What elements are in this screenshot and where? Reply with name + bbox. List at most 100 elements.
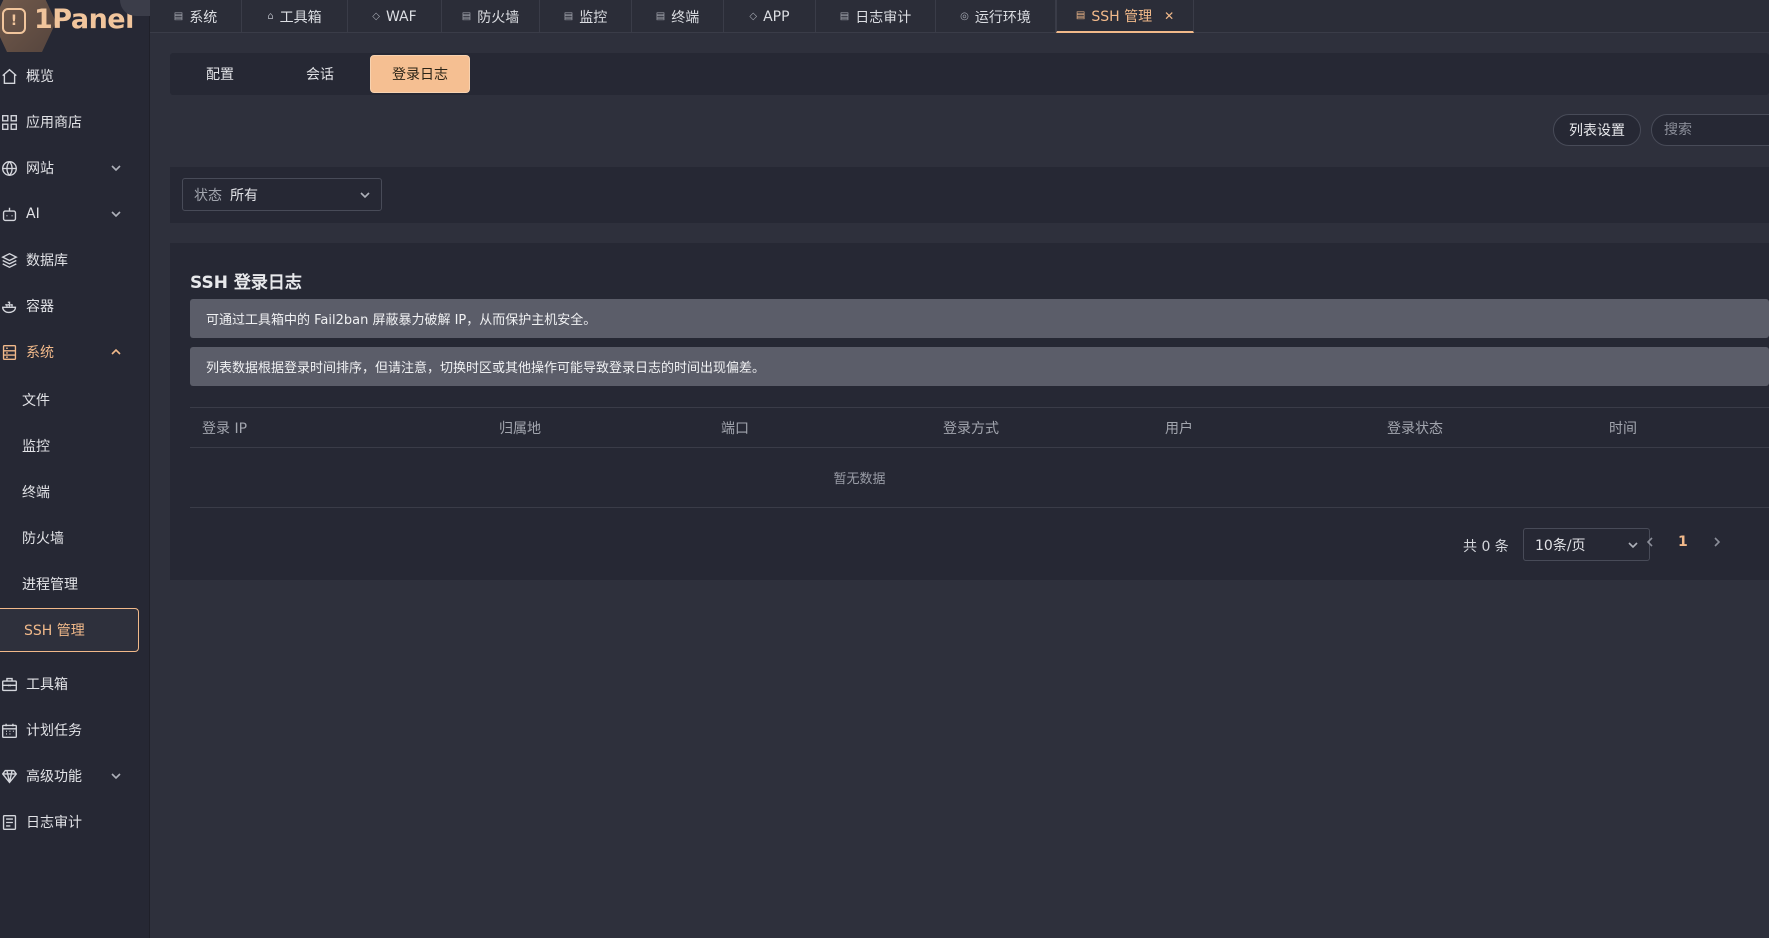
tab-label: 工具箱 — [279, 9, 322, 26]
chevron-down-icon — [110, 208, 122, 220]
info-alert-fail2ban: 可通过工具箱中的 Fail2ban 屏蔽暴力破解 IP，从而保护主机安全。 — [190, 299, 1769, 338]
tab-system[interactable]: ▤ 系统 — [150, 0, 242, 33]
page-size-select[interactable]: 10条/页 — [1523, 528, 1650, 561]
table-empty-placeholder: 暂无数据 — [190, 448, 1769, 508]
sidebar-item-label: 日志审计 — [26, 815, 82, 831]
runtime-icon: ◎ — [960, 11, 969, 22]
subtab-sessions[interactable]: 会话 — [270, 55, 370, 93]
close-icon[interactable]: ✕ — [1164, 9, 1174, 23]
tab-ssh-management[interactable]: ▤ SSH 管理 ✕ — [1056, 0, 1194, 33]
docker-icon — [0, 297, 18, 315]
chevron-left-icon — [1646, 537, 1653, 547]
top-tab-bar: ▤ 系统 ⌂ 工具箱 ◇ WAF ▤ 防火墙 ▤ 监控 ▤ 终端 ◇ APP ▤… — [150, 0, 1769, 33]
sidebar-subitem-monitor[interactable]: 监控 — [0, 424, 143, 468]
chevron-up-icon — [110, 346, 122, 358]
sidebar-subitem-firewall[interactable]: 防火墙 — [0, 516, 143, 560]
sidebar-subitem-files[interactable]: 文件 — [0, 378, 143, 422]
page-number-current[interactable]: 1 — [1678, 534, 1688, 550]
subtab-config[interactable]: 配置 — [170, 55, 270, 93]
log-icon: ▤ — [839, 11, 850, 22]
sidebar-item-label: AI — [26, 206, 40, 222]
sidebar-subitem-process[interactable]: 进程管理 — [0, 562, 143, 606]
column-header-user[interactable]: 用户 — [1153, 418, 1375, 438]
log-icon — [0, 813, 18, 831]
sidebar-item-label: 系统 — [26, 345, 54, 361]
grid-icon — [0, 113, 18, 131]
page-size-value: 10条/页 — [1535, 537, 1586, 554]
tab-label: 监控 — [579, 9, 608, 26]
sidebar-item-label: 网站 — [26, 161, 54, 177]
server-icon: ▤ — [461, 11, 472, 22]
globe-icon — [0, 159, 18, 177]
sidebar-item-audit-log[interactable]: 日志审计 — [0, 802, 150, 842]
column-settings-button[interactable]: 列表设置 — [1553, 114, 1641, 146]
login-log-card: SSH 登录日志 可通过工具箱中的 Fail2ban 屏蔽暴力破解 IP，从而保… — [170, 243, 1769, 580]
sidebar-item-advanced[interactable]: 高级功能 — [0, 756, 150, 796]
sidebar-item-container[interactable]: 容器 — [0, 286, 150, 326]
toolbox-icon — [0, 675, 18, 693]
sidebar-item-cron[interactable]: 计划任务 — [0, 710, 150, 750]
column-header-port[interactable]: 端口 — [709, 418, 931, 438]
sidebar-item-label: 工具箱 — [26, 677, 68, 693]
column-header-time[interactable]: 时间 — [1597, 418, 1747, 438]
calendar-icon — [0, 721, 18, 739]
sidebar-subitem-ssh[interactable]: SSH 管理 — [0, 608, 139, 652]
sidebar-item-label: 容器 — [26, 299, 54, 315]
sidebar-item-database[interactable]: 数据库 — [0, 240, 150, 280]
subtab-login-log[interactable]: 登录日志 — [370, 55, 470, 93]
brand-name: 1Panel — [34, 4, 134, 35]
next-page-button[interactable] — [1711, 536, 1727, 552]
server-icon: ▤ — [173, 11, 184, 22]
chevron-right-icon — [1714, 537, 1721, 547]
sidebar-item-system[interactable]: 系统 — [0, 332, 150, 372]
ssh-subtab-bar: 配置 会话 登录日志 — [170, 53, 1769, 95]
sidebar-item-overview[interactable]: 概览 — [0, 56, 150, 96]
tab-label: WAF — [385, 8, 417, 25]
search-input[interactable] — [1664, 122, 1769, 138]
prev-page-button[interactable] — [1644, 536, 1660, 552]
sidebar-subitem-terminal[interactable]: 终端 — [0, 470, 143, 514]
table-header: 登录 IP 归属地 端口 登录方式 用户 登录状态 时间 — [190, 407, 1769, 448]
column-header-auth-method[interactable]: 登录方式 — [931, 418, 1153, 438]
column-header-login-ip[interactable]: 登录 IP — [190, 418, 487, 438]
column-header-login-status[interactable]: 登录状态 — [1375, 418, 1597, 438]
tab-firewall[interactable]: ▤ 防火墙 — [442, 0, 540, 33]
status-filter-value: 所有 — [230, 187, 258, 204]
sidebar-item-label: 数据库 — [26, 253, 68, 269]
server-icon: ▤ — [655, 11, 666, 22]
tab-terminal[interactable]: ▤ 终端 — [632, 0, 724, 33]
tab-runtime[interactable]: ◎ 运行环境 — [936, 0, 1056, 33]
info-alert-timezone: 列表数据根据登录时间排序，但请注意，切换时区或其他操作可能导致登录日志的时间出现… — [190, 347, 1769, 386]
tab-app[interactable]: ◇ APP — [724, 0, 816, 33]
layers-icon — [0, 251, 18, 269]
sidebar-item-label: 计划任务 — [26, 723, 82, 739]
tab-label: 防火墙 — [477, 9, 520, 26]
chevron-down-icon — [359, 189, 371, 205]
sidebar-item-app-store[interactable]: 应用商店 — [0, 102, 150, 142]
tab-label: SSH 管理 — [1091, 8, 1153, 25]
sidebar: ! 1Panel 概览 应用商店 网站 AI 数据库 容器 系统 文件 监控 终… — [0, 0, 150, 938]
column-header-location[interactable]: 归属地 — [487, 418, 709, 438]
sidebar-item-label: 应用商店 — [26, 115, 82, 131]
chevron-down-icon — [110, 162, 122, 174]
tab-audit-log[interactable]: ▤ 日志审计 — [816, 0, 936, 33]
sidebar-item-website[interactable]: 网站 — [0, 148, 150, 188]
sidebar-item-label: 高级功能 — [26, 769, 82, 785]
server-icon: ▤ — [563, 11, 574, 22]
server-icon — [0, 343, 18, 361]
status-filter-select[interactable]: 状态 所有 — [182, 178, 382, 211]
tab-monitor[interactable]: ▤ 监控 — [540, 0, 632, 33]
chevron-down-icon — [1627, 539, 1639, 555]
pagination: 共 0 条 10条/页 1 — [170, 528, 1769, 561]
page-title: SSH 登录日志 — [190, 273, 302, 293]
diamond-icon: ◇ — [372, 11, 380, 22]
sidebar-item-toolbox[interactable]: 工具箱 — [0, 664, 150, 704]
tab-label: 终端 — [671, 9, 700, 26]
tab-label: 系统 — [189, 9, 218, 26]
sidebar-item-ai[interactable]: AI — [0, 194, 150, 234]
sidebar-item-label: 概览 — [26, 69, 54, 85]
tab-waf[interactable]: ◇ WAF — [348, 0, 442, 33]
diamond-icon: ◇ — [749, 11, 758, 22]
tab-toolbox[interactable]: ⌂ 工具箱 — [242, 0, 348, 33]
brand-logo[interactable]: ! 1Panel — [0, 0, 150, 52]
